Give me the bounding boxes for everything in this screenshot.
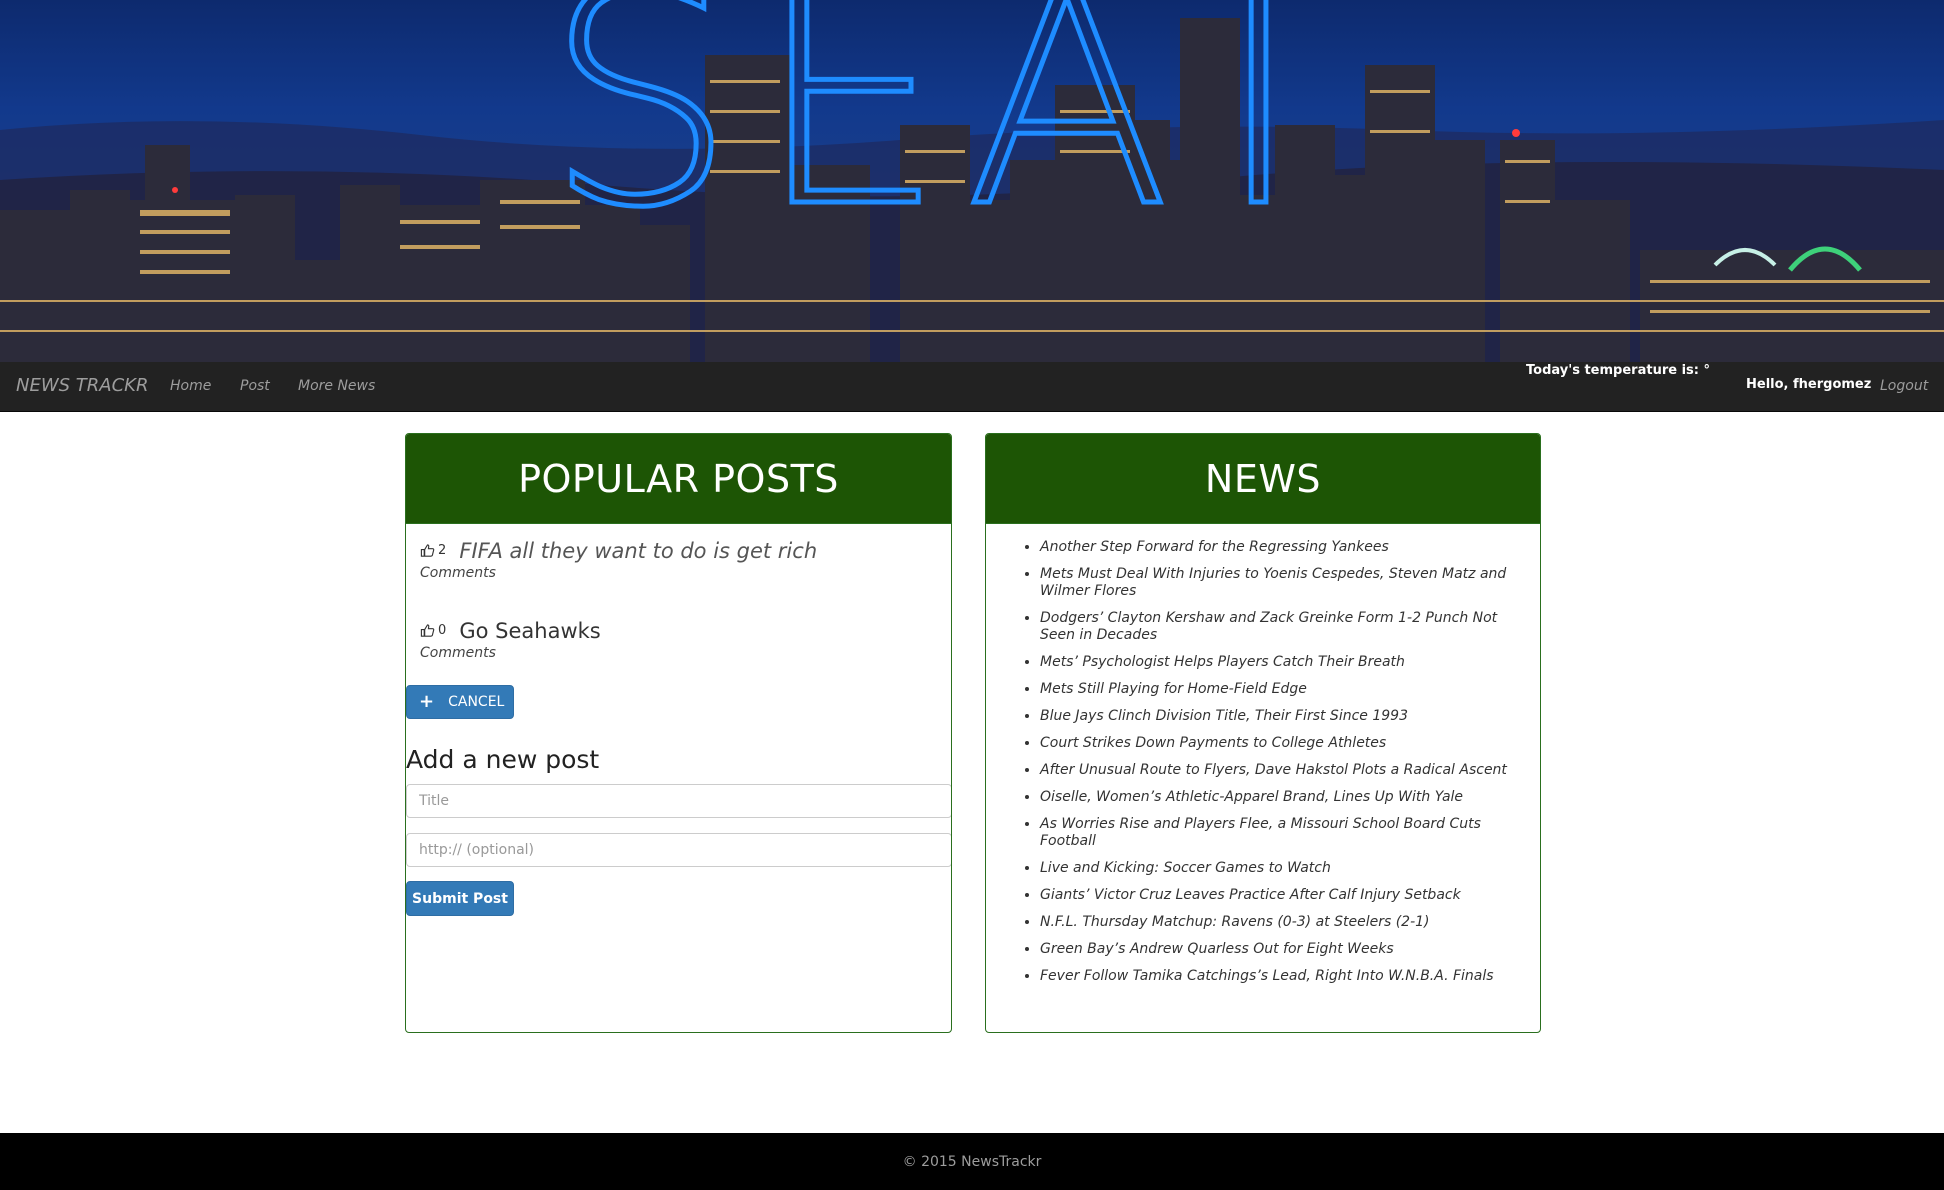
logout-link[interactable]: Logout (1880, 378, 1928, 394)
post-title-link[interactable]: FIFA all they want to do is get rich (459, 539, 817, 563)
news-item-link[interactable]: Giants’ Victor Cruz Leaves Practice Afte… (1040, 887, 1530, 904)
thumbs-up-icon (420, 624, 435, 637)
news-item-link[interactable]: Mets Must Deal With Injuries to Yoenis C… (1040, 566, 1530, 600)
footer: © 2015 NewsTrackr (0, 1133, 1944, 1190)
vote-button[interactable]: 0 (420, 623, 446, 638)
add-post-title: Add a new post (406, 745, 600, 774)
post-item: 0 Go Seahawks Comments (420, 619, 601, 661)
news-item-link[interactable]: Green Bay’s Andrew Quarless Out for Eigh… (1040, 941, 1530, 958)
news-heading: NEWS (1204, 456, 1322, 501)
comments-link[interactable]: Comments (420, 645, 601, 661)
popular-posts-heading: POPULAR POSTS (518, 456, 839, 501)
submit-post-button[interactable]: Submit Post (406, 881, 514, 916)
cancel-button-label: CANCEL (448, 694, 505, 710)
post-title-link[interactable]: Go Seahawks (459, 619, 600, 643)
popular-posts-panel: POPULAR POSTS 2 FIFA all they want to do… (405, 433, 952, 1033)
nav-link-more-news[interactable]: More News (298, 378, 375, 394)
cancel-button[interactable]: + CANCEL (406, 685, 514, 719)
copyright-text: © 2015 NewsTrackr (902, 1153, 1042, 1170)
vote-count: 2 (438, 543, 447, 558)
news-item-link[interactable]: Mets’ Psychologist Helps Players Catch T… (1040, 654, 1530, 671)
temperature-text: Today's temperature is: ° (1526, 363, 1710, 378)
popular-posts-header: POPULAR POSTS (406, 434, 951, 524)
nav-link-post[interactable]: Post (240, 378, 270, 394)
news-item-link[interactable]: Another Step Forward for the Regressing … (1040, 539, 1530, 556)
hero-banner: SEATTLE (0, 0, 1944, 362)
news-item-link[interactable]: Mets Still Playing for Home-Field Edge (1040, 681, 1530, 698)
post-url-input[interactable] (406, 833, 951, 867)
news-item-link[interactable]: Live and Kicking: Soccer Games to Watch (1040, 860, 1530, 877)
news-list: Another Step Forward for the Regressing … (1040, 539, 1530, 995)
plus-icon: + (419, 691, 435, 712)
post-title-input[interactable] (406, 784, 951, 818)
news-item-link[interactable]: N.F.L. Thursday Matchup: Ravens (0-3) at… (1040, 914, 1530, 931)
comments-link[interactable]: Comments (420, 565, 817, 581)
news-panel: NEWS Another Step Forward for the Regres… (985, 433, 1541, 1033)
news-item-link[interactable]: After Unusual Route to Flyers, Dave Haks… (1040, 762, 1530, 779)
vote-count: 0 (438, 623, 447, 638)
vote-button[interactable]: 2 (420, 543, 446, 558)
news-item-link[interactable]: Fever Follow Tamika Catchings’s Lead, Ri… (1040, 968, 1530, 985)
svg-text:SEATTLE: SEATTLE (545, 0, 1425, 222)
news-item-link[interactable]: As Worries Rise and Players Flee, a Miss… (1040, 816, 1530, 850)
news-item-link[interactable]: Dodgers’ Clayton Kershaw and Zack Greink… (1040, 610, 1530, 644)
brand-logo[interactable]: NEWS TRACKR (16, 375, 148, 396)
news-item-link[interactable]: Oiselle, Women’s Athletic-Apparel Brand,… (1040, 789, 1530, 806)
hero-title-word: SEATTLE (545, 0, 1425, 222)
news-item-link[interactable]: Blue Jays Clinch Division Title, Their F… (1040, 708, 1530, 725)
thumbs-up-icon (420, 544, 435, 557)
top-navbar: NEWS TRACKR Home Post More News Today's … (0, 362, 1944, 412)
nav-link-home[interactable]: Home (170, 378, 211, 394)
user-greeting: Hello, fhergomez (1746, 377, 1872, 392)
post-item: 2 FIFA all they want to do is get rich C… (420, 539, 817, 581)
news-item-link[interactable]: Court Strikes Down Payments to College A… (1040, 735, 1530, 752)
news-header: NEWS (986, 434, 1540, 524)
